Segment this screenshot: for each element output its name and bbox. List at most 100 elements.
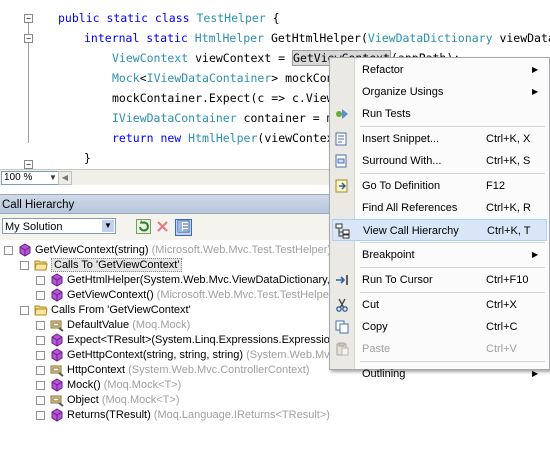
code-token: GetHtmlHelper( bbox=[264, 31, 368, 45]
tree-node-text: Expect<TResult>(System.Linq.Expressions.… bbox=[67, 332, 342, 348]
menu-separator bbox=[360, 126, 545, 127]
tree-node-context: (System.Web.Mvc bbox=[243, 349, 336, 361]
method-icon bbox=[18, 243, 32, 257]
method-icon bbox=[50, 408, 64, 422]
expand-icon[interactable] bbox=[36, 321, 45, 330]
collapse-toggle-icon[interactable]: − bbox=[24, 14, 33, 23]
zoom-select[interactable]: 100 % ▼ bbox=[1, 171, 59, 185]
menu-item-label: Surround With... bbox=[362, 155, 442, 167]
menu-item-organize-usings[interactable]: Organize Usings ▶ bbox=[332, 81, 547, 103]
tree-node-context: (System.Web.Mvc.ControllerContext) bbox=[125, 364, 310, 376]
menu-item-outlining[interactable]: Outlining ▶ bbox=[332, 363, 547, 385]
code-token: Mock bbox=[112, 71, 140, 85]
submenu-arrow-icon: ▶ bbox=[532, 369, 539, 378]
menu-item-shortcut: Ctrl+V bbox=[486, 343, 517, 355]
zoom-value: 100 % bbox=[4, 172, 33, 183]
insert-snippet-icon bbox=[334, 131, 350, 147]
remove-root-icon[interactable] bbox=[155, 219, 170, 234]
menu-item-paste: Paste Ctrl+V bbox=[332, 338, 547, 360]
outline-line bbox=[28, 43, 29, 143]
menu-item-label: Copy bbox=[362, 321, 388, 333]
toggle-details-pane-icon[interactable] bbox=[175, 219, 192, 236]
menu-item-shortcut: F12 bbox=[486, 180, 505, 192]
tree-node-text: Calls From 'GetViewContext' bbox=[51, 302, 191, 318]
menu-item-shortcut: Ctrl+C bbox=[486, 321, 518, 333]
expand-icon[interactable] bbox=[36, 381, 45, 390]
collapse-icon[interactable] bbox=[4, 246, 13, 255]
property-icon bbox=[50, 363, 64, 377]
code-token: HtmlHelper bbox=[188, 131, 258, 145]
menu-item-label: Outlining bbox=[362, 368, 406, 380]
code-token: IViewDataContainer bbox=[112, 111, 237, 125]
menu-item-label: Run To Cursor bbox=[362, 274, 433, 286]
copy-icon bbox=[334, 319, 350, 335]
tree-row[interactable]: Returns(TResult) (Moq.Language.IReturns<… bbox=[0, 407, 550, 423]
menu-item-label: View Call Hierarchy bbox=[363, 225, 459, 237]
tree-node-context: (Microsoft.Web.Mvc.Test.TestHelper) bbox=[148, 244, 332, 256]
tree-node-label: Object bbox=[67, 394, 99, 406]
collapse-toggle-icon[interactable]: − bbox=[24, 160, 33, 169]
run-to-cursor-icon bbox=[334, 272, 350, 288]
tree-node-label: Expect<TResult>(System.Linq.Expressions.… bbox=[67, 334, 343, 346]
chevron-down-icon[interactable]: ▼ bbox=[102, 220, 114, 232]
scope-select[interactable]: My Solution ▼ bbox=[2, 218, 116, 234]
menu-item-view-call-hierarchy[interactable]: View Call Hierarchy Ctrl+K, T bbox=[332, 219, 547, 241]
tree-node-text: GetViewContext() (Microsoft.Web.Mvc.Test… bbox=[67, 287, 333, 303]
menu-item-copy[interactable]: Copy Ctrl+C bbox=[332, 316, 547, 338]
menu-item-run-tests[interactable]: Run Tests bbox=[332, 103, 547, 125]
menu-item-insert-snippet[interactable]: Insert Snippet... Ctrl+K, X bbox=[332, 128, 547, 150]
collapse-icon[interactable] bbox=[20, 306, 29, 315]
expand-icon[interactable] bbox=[36, 366, 45, 375]
tree-node-context: (Moq.Language.IReturns<TResult>) bbox=[150, 409, 330, 421]
code-token: viewContext = bbox=[188, 51, 293, 65]
tree-node-text: Returns(TResult) (Moq.Language.IReturns<… bbox=[67, 407, 330, 423]
code-token: mockContainer.Expect(c => c.ViewD bbox=[112, 91, 341, 105]
tree-node-context: (Microsoft.Web.Mvc.Test.TestHelper bbox=[153, 289, 333, 301]
menu-item-refactor[interactable]: Refactor ▶ bbox=[332, 59, 547, 81]
scroll-left-icon[interactable]: ◀ bbox=[58, 171, 72, 185]
expand-icon[interactable] bbox=[36, 351, 45, 360]
menu-item-shortcut: Ctrl+F10 bbox=[486, 274, 529, 286]
menu-item-surround-with[interactable]: Surround With... Ctrl+K, S bbox=[332, 150, 547, 172]
menu-item-run-to-cursor[interactable]: Run To Cursor Ctrl+F10 bbox=[332, 269, 547, 291]
menu-separator bbox=[360, 361, 545, 362]
menu-separator bbox=[360, 267, 545, 268]
code-line: internal static HtmlHelper GetHtmlHelper… bbox=[84, 28, 550, 48]
tree-node-label: Returns(TResult) bbox=[67, 409, 151, 421]
method-icon bbox=[50, 348, 64, 362]
scope-value: My Solution bbox=[5, 221, 63, 233]
submenu-arrow-icon: ▶ bbox=[532, 65, 539, 74]
method-icon bbox=[50, 288, 64, 302]
tree-node-text: Mock() (Moq.Mock<T>) bbox=[67, 377, 181, 393]
tree-node-label: HttpContext bbox=[67, 364, 126, 376]
code-token: < bbox=[139, 71, 147, 85]
collapse-icon[interactable] bbox=[20, 261, 29, 270]
tree-row[interactable]: Object (Moq.Mock<T>) bbox=[0, 392, 550, 408]
menu-item-label: Run Tests bbox=[362, 108, 411, 120]
chevron-down-icon[interactable]: ▼ bbox=[48, 172, 58, 184]
tree-node-label: Calls To 'GetViewContext' bbox=[51, 258, 183, 272]
menu-item-go-to-definition[interactable]: Go To Definition F12 bbox=[332, 175, 547, 197]
submenu-arrow-icon: ▶ bbox=[532, 250, 539, 259]
expand-icon[interactable] bbox=[36, 411, 45, 420]
code-line: return new HtmlHelper(viewContext bbox=[112, 128, 341, 148]
menu-item-cut[interactable]: Cut Ctrl+X bbox=[332, 294, 547, 316]
expand-icon[interactable] bbox=[36, 291, 45, 300]
refresh-icon[interactable] bbox=[136, 219, 151, 234]
expand-icon[interactable] bbox=[36, 336, 45, 345]
menu-item-label: Paste bbox=[362, 343, 391, 355]
expand-icon[interactable] bbox=[36, 276, 45, 285]
outline-gutter: − − − bbox=[0, 0, 50, 170]
surround-with-icon bbox=[334, 153, 350, 169]
collapse-toggle-icon[interactable]: − bbox=[24, 34, 33, 43]
menu-item-shortcut: Ctrl+K, S bbox=[486, 155, 531, 167]
code-token: { bbox=[265, 11, 280, 25]
menu-item-find-all-references[interactable]: Find All References Ctrl+K, R bbox=[332, 197, 547, 219]
menu-item-breakpoint[interactable]: Breakpoint ▶ bbox=[332, 244, 547, 266]
menu-item-label: Insert Snippet... bbox=[362, 133, 440, 145]
expand-icon[interactable] bbox=[36, 396, 45, 405]
run-tests-icon bbox=[334, 106, 350, 122]
code-token: ViewContext bbox=[112, 51, 189, 65]
folder-open-icon bbox=[34, 258, 48, 272]
code-token: container = mo bbox=[236, 111, 341, 125]
